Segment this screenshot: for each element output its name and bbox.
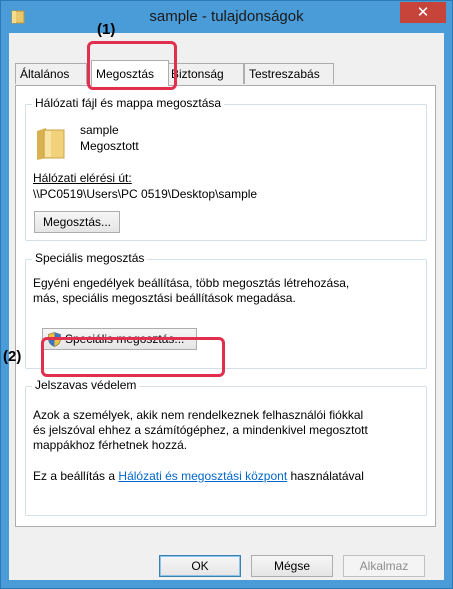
password-protection-group: Jelszavas védelem Azok a személyek, akik… [25, 378, 427, 516]
password-setting-prefix: Ez a beállítás a [33, 469, 116, 483]
uac-shield-icon [48, 332, 61, 347]
advanced-sharing-button[interactable]: Speciális megosztás... [42, 328, 197, 350]
tab-general[interactable]: Általános [15, 63, 87, 84]
share-button[interactable]: Megosztás... [34, 211, 120, 233]
folder-icon [37, 128, 65, 160]
network-sharing-center-link[interactable]: Hálózati és megosztási központ [118, 469, 287, 483]
network-sharing-group-title: Hálózati fájl és mappa megosztása [32, 96, 225, 110]
dialog-client-area: Általános Biztonság Testreszabás Megoszt… [9, 33, 444, 580]
close-button[interactable]: ✕ [400, 2, 446, 23]
advanced-sharing-description-line-2: más, speciális megosztási beállítások me… [33, 291, 296, 305]
network-path-value: \\PC0519\Users\PC 0519\Desktop\sample [33, 187, 258, 201]
shared-folder-state: Megosztott [80, 139, 139, 153]
ok-button[interactable]: OK [159, 555, 241, 577]
password-description-line-2: és jelszóval ehhez a számítógéphez, a mi… [33, 423, 368, 437]
advanced-sharing-button-label: Speciális megosztás... [65, 332, 185, 346]
advanced-sharing-description-line-1: Egyéni engedélyek beállítása, több megos… [33, 276, 350, 290]
window-title: sample - tulajdonságok [149, 8, 304, 25]
tab-security[interactable]: Biztonság [164, 63, 244, 84]
properties-window: sample - tulajdonságok ✕ Általános Bizto… [0, 0, 453, 589]
callout-label-2: (2) [3, 348, 22, 365]
network-path-label: Hálózati elérési út: [33, 171, 132, 185]
shared-folder-name: sample [80, 123, 119, 137]
cancel-button[interactable]: Mégse [251, 555, 333, 577]
advanced-sharing-group: Speciális megosztás Egyéni engedélyek be… [25, 251, 427, 369]
password-setting-suffix: használatával [290, 469, 364, 483]
advanced-sharing-group-title: Speciális megosztás [32, 251, 148, 265]
title-bar[interactable]: sample - tulajdonságok ✕ [1, 1, 452, 33]
sharing-tab-panel: Hálózati fájl és mappa megosztása sample… [15, 85, 436, 527]
password-setting-line: Ez a beállítás a Hálózati és megosztási … [33, 469, 364, 484]
tab-sharing[interactable]: Megosztás [91, 60, 169, 86]
password-protection-group-title: Jelszavas védelem [32, 378, 140, 392]
network-sharing-group: Hálózati fájl és mappa megosztása sample… [25, 96, 427, 241]
password-description-line-3: mappákhoz férhetnek hozzá. [33, 438, 188, 452]
tab-customize[interactable]: Testreszabás [244, 63, 334, 84]
callout-label-1: (1) [97, 21, 116, 38]
apply-button[interactable]: Alkalmaz [343, 555, 425, 577]
password-description-line-1: Azok a személyek, akik nem rendelkeznek … [33, 408, 364, 422]
